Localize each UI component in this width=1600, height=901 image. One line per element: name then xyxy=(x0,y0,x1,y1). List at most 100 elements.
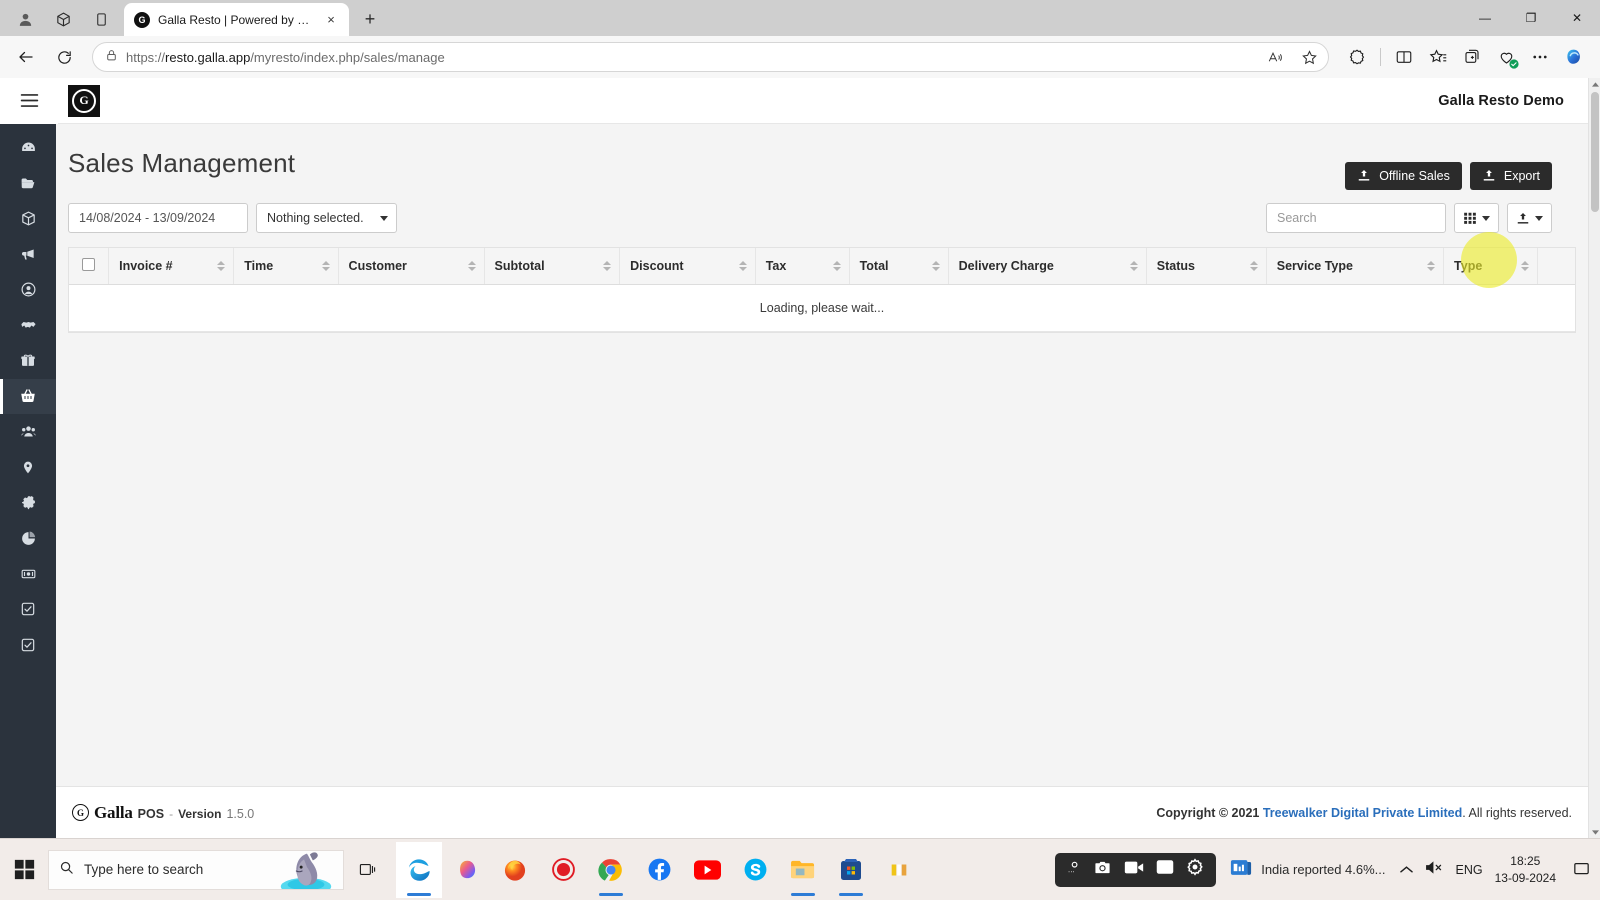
browser-essentials-icon[interactable] xyxy=(1490,41,1522,73)
sidebar-item-payments[interactable] xyxy=(0,556,56,592)
back-arrow-icon[interactable] xyxy=(10,41,42,73)
recorder-settings-icon[interactable] xyxy=(1186,858,1204,881)
window-capture-icon[interactable] xyxy=(1156,859,1174,880)
sidebar-item-inventory[interactable] xyxy=(0,201,56,237)
column-header-invoice[interactable]: Invoice # xyxy=(108,248,235,285)
sort-icon[interactable] xyxy=(603,260,612,271)
workspaces-icon[interactable] xyxy=(44,2,82,36)
favorites-icon[interactable] xyxy=(1422,41,1454,73)
column-header-service-type[interactable]: Service Type xyxy=(1266,248,1445,285)
search-input[interactable] xyxy=(1266,203,1446,233)
sidebar-item-reports[interactable] xyxy=(0,521,56,557)
screenshot-icon[interactable] xyxy=(1093,859,1112,881)
filter-row: 14/08/2024 - 13/09/2024 Nothing selected… xyxy=(56,179,1588,233)
sort-icon[interactable] xyxy=(1129,260,1138,271)
more-options-icon[interactable] xyxy=(1524,41,1556,73)
column-header-time[interactable]: Time xyxy=(233,248,339,285)
column-header-delivery-charge[interactable]: Delivery Charge xyxy=(948,248,1147,285)
column-header-subtotal[interactable]: Subtotal xyxy=(484,248,621,285)
sort-icon[interactable] xyxy=(321,260,330,271)
sidebar-item-dashboard[interactable] xyxy=(0,130,56,166)
column-header-status[interactable]: Status xyxy=(1146,248,1267,285)
sidebar-item-tasks[interactable] xyxy=(0,592,56,628)
taskbar-app-youtube[interactable] xyxy=(684,842,730,898)
column-header-discount[interactable]: Discount xyxy=(619,248,756,285)
sort-icon[interactable] xyxy=(217,260,226,271)
sort-icon[interactable] xyxy=(1520,260,1529,271)
taskbar-clock[interactable]: 18:25 13-09-2024 xyxy=(1495,853,1556,885)
record-video-icon[interactable] xyxy=(1124,860,1144,880)
taskbar-app-edge[interactable] xyxy=(396,841,442,898)
browser-window: G Galla Resto | Powered by Galla × + — ❐… xyxy=(0,0,1600,838)
collections-icon[interactable] xyxy=(1456,41,1488,73)
sidebar-item-loyalty[interactable] xyxy=(0,343,56,379)
sort-icon[interactable] xyxy=(738,260,747,271)
sidebar-item-staff[interactable] xyxy=(0,414,56,450)
taskbar-app-chrome[interactable] xyxy=(588,842,634,898)
volume-muted-icon[interactable] xyxy=(1425,860,1444,880)
taskbar-app-firefox[interactable] xyxy=(492,842,538,898)
sidebar-item-approvals[interactable] xyxy=(0,627,56,663)
minimize-button[interactable]: — xyxy=(1462,0,1508,36)
sort-icon[interactable] xyxy=(1249,260,1258,271)
select-all-checkbox[interactable] xyxy=(82,257,96,271)
sort-icon[interactable] xyxy=(931,260,940,271)
multiselect-dropdown[interactable]: Nothing selected. xyxy=(256,203,397,233)
read-aloud-icon[interactable] xyxy=(1262,44,1288,70)
refresh-icon[interactable] xyxy=(48,41,80,73)
sidebar-item-customers[interactable] xyxy=(0,272,56,308)
page-scrollbar[interactable] xyxy=(1588,78,1600,838)
task-view-button[interactable] xyxy=(344,839,390,901)
taskbar-app-misc[interactable] xyxy=(876,842,922,898)
taskbar-app-skype[interactable] xyxy=(732,842,778,898)
taskbar-app-copilot[interactable] xyxy=(444,842,490,898)
sidebar-item-settings[interactable] xyxy=(0,485,56,521)
copilot-icon[interactable] xyxy=(1558,41,1590,73)
column-header-customer[interactable]: Customer xyxy=(338,248,485,285)
sidebar-item-sales[interactable] xyxy=(0,378,56,414)
split-screen-icon[interactable] xyxy=(1388,41,1420,73)
sort-icon[interactable] xyxy=(832,260,841,271)
news-widget[interactable]: India reported 4.6%... xyxy=(1230,858,1386,882)
scroll-up-icon[interactable] xyxy=(1589,78,1600,90)
window-close-button[interactable]: ✕ xyxy=(1554,0,1600,36)
sidebar-item-outlets[interactable] xyxy=(0,450,56,486)
scroll-down-icon[interactable] xyxy=(1589,826,1600,838)
sidebar-item-suppliers[interactable] xyxy=(0,308,56,344)
start-button[interactable] xyxy=(0,839,48,901)
store-name[interactable]: Galla Resto Demo xyxy=(1438,93,1588,109)
taskbar-search[interactable]: Type here to search xyxy=(48,849,344,890)
address-bar[interactable]: https://resto.galla.app/myresto/index.ph… xyxy=(92,42,1329,72)
notification-center-button[interactable] xyxy=(1568,839,1594,901)
column-visibility-button[interactable] xyxy=(1454,203,1499,233)
column-header-tax[interactable]: Tax xyxy=(755,248,850,285)
language-indicator[interactable]: ENG xyxy=(1456,863,1483,877)
tab-actions-icon[interactable] xyxy=(82,2,120,36)
scrollbar-thumb[interactable] xyxy=(1591,92,1599,212)
column-header-type[interactable]: Type xyxy=(1443,248,1538,285)
close-icon[interactable]: × xyxy=(321,10,341,30)
sidebar-item-catalog[interactable] xyxy=(0,166,56,202)
select-all-header[interactable] xyxy=(69,248,110,285)
star-icon[interactable] xyxy=(1296,44,1322,70)
sidebar-item-marketing[interactable] xyxy=(0,237,56,273)
export-dropdown-button[interactable] xyxy=(1507,203,1552,233)
profile-icon[interactable] xyxy=(6,2,44,36)
taskbar-app-facebook[interactable] xyxy=(636,842,682,898)
capture-region-icon[interactable] xyxy=(1067,860,1081,879)
sort-icon[interactable] xyxy=(1427,260,1436,271)
screen-recording-toolbar[interactable] xyxy=(1055,852,1217,887)
menu-toggle-icon[interactable] xyxy=(0,78,58,124)
company-link[interactable]: Treewalker Digital Private Limited xyxy=(1263,806,1462,820)
new-tab-button[interactable]: + xyxy=(355,4,385,34)
taskbar-app-screen-recorder[interactable] xyxy=(540,842,586,898)
sort-icon[interactable] xyxy=(467,260,476,271)
column-header-total[interactable]: Total xyxy=(849,248,949,285)
taskbar-app-file-explorer[interactable] xyxy=(780,842,826,898)
taskbar-app-microsoft-store[interactable] xyxy=(828,842,874,898)
browser-tab[interactable]: G Galla Resto | Powered by Galla × xyxy=(124,3,349,36)
date-range-input[interactable]: 14/08/2024 - 13/09/2024 xyxy=(68,203,248,233)
maximize-button[interactable]: ❐ xyxy=(1508,0,1554,36)
extensions-icon[interactable] xyxy=(1341,41,1373,73)
show-hidden-icons-icon[interactable] xyxy=(1399,861,1413,879)
